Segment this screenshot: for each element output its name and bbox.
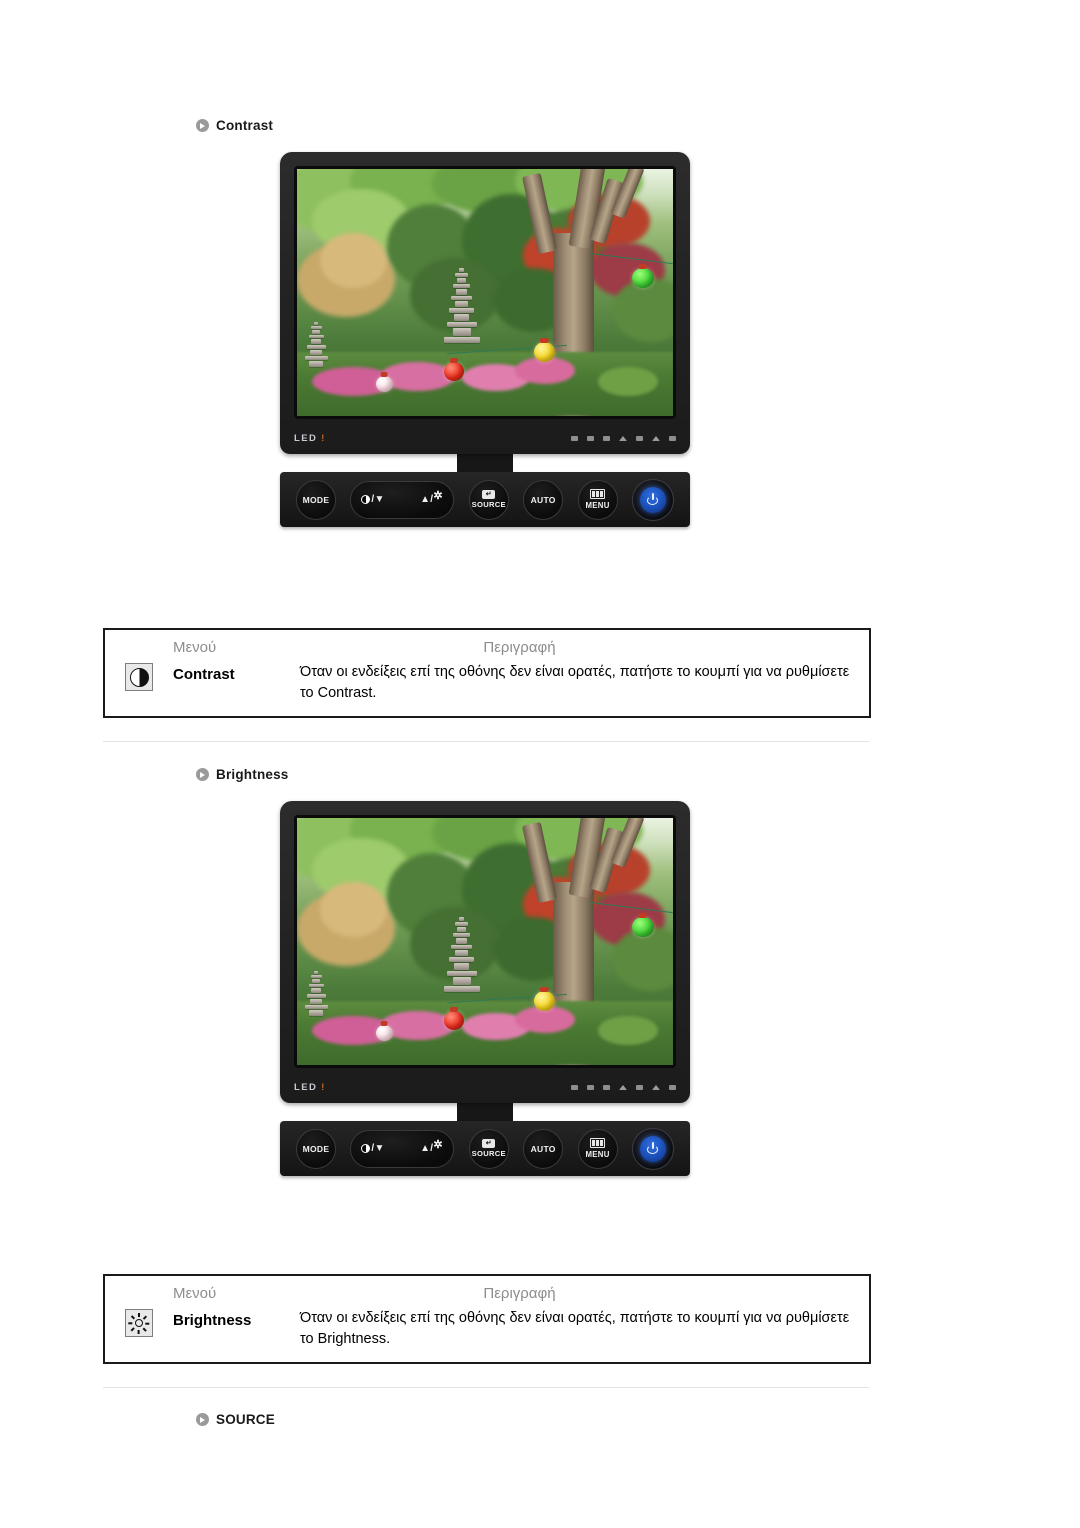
enter-icon: ↵	[482, 1139, 496, 1148]
contrast-down-icon[interactable]: /▼	[361, 494, 384, 505]
monitor-screen-photo	[297, 169, 673, 416]
lantern-red	[443, 1010, 464, 1030]
table-row: Brightness Όταν οι ενδείξεις επί της οθό…	[105, 1307, 869, 1362]
row-icon-cell	[105, 1307, 173, 1337]
power-button-glow	[639, 486, 666, 513]
monitor-neck	[457, 454, 513, 472]
contrast-menu-table: Μενού Περιγραφή Contrast Όταν οι ενδείξε…	[103, 628, 871, 719]
section-divider-2	[103, 1387, 869, 1388]
chevron-circle-bullet-icon	[196, 1413, 209, 1426]
lantern-yellow	[533, 341, 555, 362]
bezel-button-indicators	[571, 1084, 676, 1090]
contrast-brightness-rocker[interactable]: /▼ ▲/	[350, 480, 455, 519]
column-header-menu: Μενού	[173, 639, 217, 656]
lantern-green	[631, 916, 654, 937]
bezel-indicator-2	[587, 1084, 594, 1090]
bezel-indicator-2	[587, 435, 594, 441]
bezel-indicator-3	[603, 1084, 610, 1090]
row-icon-cell	[105, 661, 173, 691]
bezel-indicator-up-1	[619, 435, 627, 441]
table-header-row: Μενού Περιγραφή	[105, 1276, 869, 1307]
brightness-up-icon[interactable]: ▲/	[420, 1140, 443, 1154]
screen-frame	[294, 815, 676, 1068]
section-heading-brightness: Brightness	[196, 767, 289, 782]
mode-button[interactable]: MODE	[296, 479, 336, 520]
brightness-menu-table: Μενού Περιγραφή Brightness Όταν οι ενδεί…	[103, 1274, 871, 1365]
bezel-indicator-1	[571, 435, 578, 441]
table-row: Contrast Όταν οι ενδείξεις επί της οθόνη…	[105, 661, 869, 716]
power-button-glow	[639, 1135, 666, 1162]
power-icon	[647, 493, 658, 505]
bezel-indicator-up-1	[619, 1084, 627, 1090]
contrast-icon	[125, 663, 153, 691]
led-logo: LED!	[294, 432, 326, 444]
row-description: Όταν οι ενδείξεις επί της οθόνης δεν είν…	[300, 1310, 850, 1348]
bezel-indicator-1	[571, 1084, 578, 1090]
column-header-menu: Μενού	[173, 1285, 217, 1302]
bezel-indicator-up-2	[652, 435, 660, 441]
auto-button[interactable]: AUTO	[523, 1128, 564, 1169]
monitor-illustration-contrast: LED! MODE /▼ ▲/ ↵ SOURCE AUTO ME	[280, 152, 690, 527]
lantern-green	[631, 267, 654, 288]
column-header-description: Περιγραφή	[483, 1285, 556, 1302]
table-header-row: Μενού Περιγραφή	[105, 630, 869, 661]
monitor-illustration-brightness: LED! MODE /▼ ▲/ ↵ SOURCE AUTO ME	[280, 801, 690, 1176]
row-description: Όταν οι ενδείξεις επί της οθόνης δεν είν…	[300, 664, 850, 702]
menu-button[interactable]: MENU	[577, 479, 618, 520]
led-logo: LED!	[294, 1081, 326, 1093]
source-button[interactable]: ↵ SOURCE	[468, 1128, 509, 1169]
power-button[interactable]	[631, 1127, 674, 1170]
monitor-bezel-bottom: LED!	[294, 422, 676, 454]
monitor-neck	[457, 1103, 513, 1121]
monitor-bezel-bottom: LED!	[294, 1071, 676, 1103]
bezel-indicator-4	[636, 435, 643, 441]
section-title: Contrast	[216, 118, 274, 133]
monitor-control-base: MODE /▼ ▲/ ↵ SOURCE AUTO MENU	[280, 1121, 690, 1176]
section-heading-source: SOURCE	[196, 1412, 275, 1427]
monitor-body: LED!	[280, 801, 690, 1103]
bezel-indicator-4	[636, 1084, 643, 1090]
menu-button[interactable]: MENU	[577, 1128, 618, 1169]
brightness-up-icon[interactable]: ▲/	[420, 491, 443, 505]
led-mark: !	[321, 1081, 326, 1092]
monitor-control-base: MODE /▼ ▲/ ↵ SOURCE AUTO MENU	[280, 472, 690, 527]
bezel-button-indicators	[571, 435, 676, 441]
column-header-description: Περιγραφή	[483, 639, 556, 656]
bezel-indicator-5	[669, 435, 676, 441]
auto-button[interactable]: AUTO	[523, 479, 564, 520]
chevron-circle-bullet-icon	[196, 768, 209, 781]
contrast-down-icon[interactable]: /▼	[361, 1143, 384, 1154]
row-menu-name: Brightness	[173, 1312, 252, 1329]
mode-button[interactable]: MODE	[296, 1128, 336, 1169]
enter-icon: ↵	[482, 490, 496, 499]
lantern-red	[443, 361, 464, 381]
led-mark: !	[321, 432, 326, 443]
section-divider-1	[103, 741, 869, 742]
screen-frame	[294, 166, 676, 419]
menu-grid-icon	[590, 1138, 606, 1148]
source-button[interactable]: ↵ SOURCE	[468, 479, 509, 520]
menu-grid-icon	[590, 489, 606, 499]
brightness-sun-icon	[125, 1309, 153, 1337]
bezel-indicator-5	[669, 1084, 676, 1090]
section-title: Brightness	[216, 767, 289, 782]
bezel-indicator-3	[603, 435, 610, 441]
bezel-indicator-up-2	[652, 1084, 660, 1090]
lantern-yellow	[533, 990, 555, 1011]
monitor-screen-photo	[297, 818, 673, 1065]
row-menu-name: Contrast	[173, 666, 235, 683]
chevron-circle-bullet-icon	[196, 119, 209, 132]
monitor-body: LED!	[280, 152, 690, 454]
section-title: SOURCE	[216, 1412, 275, 1427]
contrast-brightness-rocker[interactable]: /▼ ▲/	[350, 1129, 455, 1168]
power-icon	[647, 1142, 658, 1154]
power-button[interactable]	[631, 478, 674, 521]
section-heading-contrast: Contrast	[196, 118, 273, 133]
